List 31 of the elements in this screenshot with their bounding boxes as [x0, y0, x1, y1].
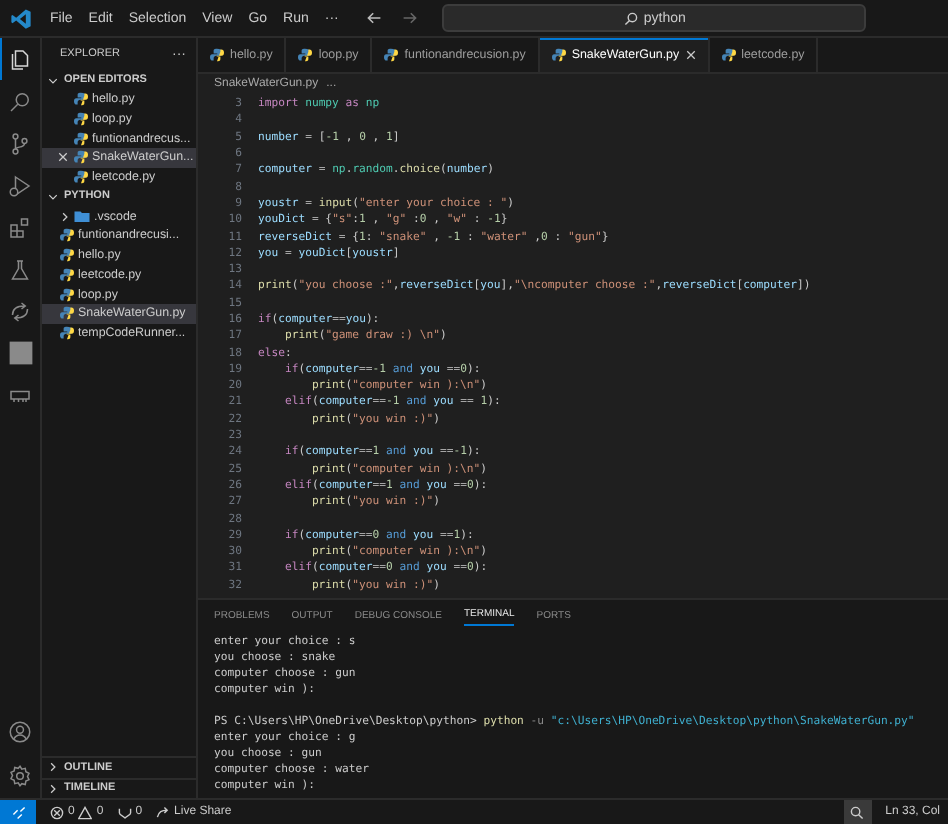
python-file-icon	[721, 48, 736, 62]
magnifier-icon	[850, 805, 865, 819]
python-file-icon	[210, 48, 224, 62]
close-icon[interactable]	[685, 50, 696, 60]
share-arrow-icon	[156, 805, 171, 819]
python-file-icon	[74, 170, 88, 185]
warning-icon	[78, 805, 93, 819]
python-file-icon	[298, 48, 313, 62]
back-arrow-icon[interactable]	[366, 10, 383, 26]
python-file-icon	[74, 92, 88, 107]
python-file-icon	[60, 325, 74, 340]
python-file-icon	[74, 131, 88, 146]
folder-icon	[74, 210, 90, 223]
remote-button[interactable]	[0, 800, 36, 824]
python-file-icon	[60, 306, 74, 321]
chevron-icon	[48, 75, 58, 85]
python-file-icon	[74, 150, 88, 165]
remote-icon	[11, 805, 25, 819]
search-icon	[623, 11, 638, 25]
python-file-icon	[60, 287, 74, 302]
vscode-logo-icon	[10, 7, 32, 29]
python-file-icon	[74, 112, 88, 127]
forward-arrow-icon[interactable]	[402, 10, 419, 26]
python-file-icon	[551, 48, 566, 62]
error-icon	[50, 805, 64, 819]
close-icon[interactable]	[57, 152, 67, 163]
zoom-button[interactable]	[843, 800, 872, 824]
python-file-icon	[60, 248, 74, 263]
python-file-icon	[60, 267, 74, 282]
python-file-icon	[384, 48, 399, 62]
python-file-icon	[60, 228, 74, 243]
